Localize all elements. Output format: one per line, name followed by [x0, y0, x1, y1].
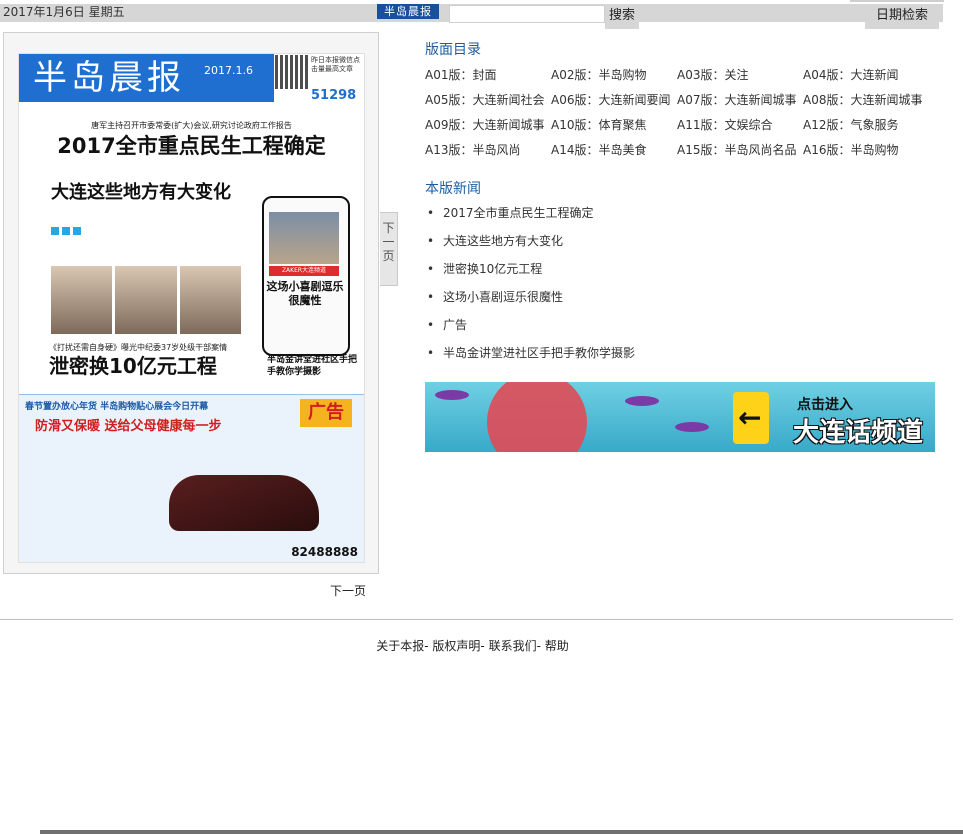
- sections-title: 版面目录: [425, 42, 481, 58]
- copyright-link[interactable]: 版权声明: [432, 639, 480, 653]
- news-item[interactable]: 广告: [425, 316, 635, 344]
- section-link[interactable]: A01版：封面: [425, 66, 496, 83]
- phone-promo[interactable]: ZAKER大连频道 这场小喜剧逗乐很魔性: [262, 196, 350, 356]
- section-link[interactable]: A09版：大连新闻城事: [425, 116, 544, 133]
- section-link[interactable]: A13版：半岛风尚: [425, 141, 520, 158]
- bottom-border: [40, 830, 963, 834]
- front-page-image[interactable]: 半岛晨报 2017.1.6 昨日本报微信点击量最高文章 51298 唐军主持召开…: [18, 53, 365, 563]
- section-link[interactable]: A11版：文娱综合: [677, 116, 772, 133]
- section-link[interactable]: A16版：半岛购物: [803, 141, 898, 158]
- banner-circle-decoration: [487, 382, 587, 452]
- current-date: 2017年1月6日 星期五: [3, 5, 125, 19]
- section-link[interactable]: A14版：半岛美食: [551, 141, 646, 158]
- qr-code-icon: [275, 55, 309, 89]
- top-divider: [850, 0, 944, 2]
- left-arrow-icon: ←: [738, 401, 762, 434]
- advertisement-block[interactable]: 春节置办放心年货 半岛购物贴心展会今日开幕 防滑又保暖 送给父母健康每一步 广告…: [19, 394, 364, 562]
- news-photos: [51, 266, 241, 334]
- section-link[interactable]: A03版：关注: [677, 66, 748, 83]
- news-item[interactable]: 半岛金讲堂进社区手把手教你学摄影: [425, 344, 635, 372]
- banner-enter-text: 点击进入: [797, 397, 853, 413]
- ad-header: 春节置办放心年货 半岛购物贴心展会今日开幕: [25, 402, 209, 412]
- section-link[interactable]: A06版：大连新闻要闻: [551, 91, 670, 108]
- section-link[interactable]: A08版：大连新闻城事: [803, 91, 922, 108]
- section-link[interactable]: A15版：半岛风尚名品: [677, 141, 796, 158]
- section-link[interactable]: A10版：体育聚焦: [551, 116, 646, 133]
- dialect-channel-banner[interactable]: ← 点击进入 大连话频道: [425, 382, 935, 452]
- section-link[interactable]: A02版：半岛购物: [551, 66, 646, 83]
- news-list: 2017全市重点民生工程确定 大连这些地方有大变化 泄密换10亿元工程 这场小喜…: [425, 204, 635, 372]
- headline-2[interactable]: 大连这些地方有大变化: [51, 178, 261, 204]
- ad-headline: 防滑又保暖 送给父母健康每一步: [35, 419, 222, 434]
- fish-icon: [675, 422, 709, 432]
- masthead-title: 半岛晨报: [33, 58, 185, 98]
- news-item[interactable]: 2017全市重点民生工程确定: [425, 204, 635, 232]
- headline-1[interactable]: 2017全市重点民生工程确定: [19, 130, 364, 160]
- section-link[interactable]: A04版：大连新闻: [803, 66, 898, 83]
- next-page-tab[interactable]: 下一页: [380, 212, 398, 286]
- headline-2-bullets: [51, 224, 257, 242]
- masthead: 半岛晨报 2017.1.6: [19, 54, 274, 102]
- news-title: 本版新闻: [425, 181, 481, 197]
- search-button[interactable]: 搜索: [605, 5, 639, 29]
- ad-tag: 广告: [300, 399, 352, 427]
- section-link[interactable]: A07版：大连新闻城事: [677, 91, 796, 108]
- front-page-frame: 半岛晨报 2017.1.6 昨日本报微信点击量最高文章 51298 唐军主持召开…: [3, 32, 379, 574]
- footer-links: 关于本报- 版权声明- 联系我们- 帮助: [376, 639, 569, 653]
- phone-badge: ZAKER大连频道: [269, 266, 339, 276]
- section-link[interactable]: A12版：气象服务: [803, 116, 898, 133]
- help-link[interactable]: 帮助: [545, 639, 569, 653]
- side-note[interactable]: 半岛金讲堂进社区手把手教你学摄影: [267, 354, 359, 378]
- date-search-button[interactable]: 日期检索: [865, 5, 939, 29]
- qr-caption: 昨日本报微信点击量最高文章: [311, 56, 360, 73]
- phone-title: 这场小喜剧逗乐很魔性: [266, 280, 344, 307]
- next-page-link[interactable]: 下一页: [330, 582, 366, 599]
- fish-icon: [625, 396, 659, 406]
- fish-icon: [435, 390, 469, 400]
- shoe-image: [169, 475, 319, 531]
- site-logo[interactable]: 半岛晨报: [377, 4, 439, 19]
- issue-number: 51298: [311, 88, 357, 103]
- masthead-date: 2017.1.6: [204, 64, 253, 77]
- headline-3[interactable]: 泄密换10亿元工程: [49, 350, 249, 379]
- news-item[interactable]: 泄密换10亿元工程: [425, 260, 635, 288]
- about-link[interactable]: 关于本报: [376, 639, 424, 653]
- news-item[interactable]: 大连这些地方有大变化: [425, 232, 635, 260]
- phone-screen-image: [269, 212, 339, 264]
- contact-link[interactable]: 联系我们: [489, 639, 537, 653]
- footer-divider: [0, 619, 953, 620]
- section-link[interactable]: A05版：大连新闻社会: [425, 91, 544, 108]
- news-item[interactable]: 这场小喜剧逗乐很魔性: [425, 288, 635, 316]
- ad-phone-number: 82488888: [291, 545, 358, 559]
- search-input[interactable]: [449, 5, 605, 23]
- banner-channel-text: 大连话频道: [793, 418, 924, 448]
